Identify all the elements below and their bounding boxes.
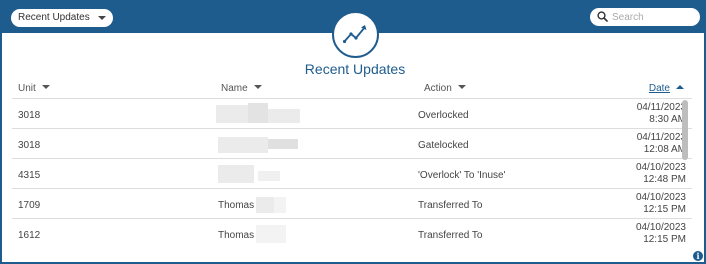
info-icon[interactable]: i <box>693 251 703 261</box>
sort-down-icon <box>457 85 466 89</box>
cell-date-time: 8:30 AM <box>649 114 686 125</box>
column-header-label: Name <box>221 83 248 94</box>
cell-unit: 1709 <box>18 200 41 211</box>
column-header-label: Unit <box>18 83 36 94</box>
caret-down-icon <box>98 16 106 20</box>
cell-date-day: 04/11/2023 <box>636 102 686 113</box>
cell-date-time: 12:15 PM <box>643 234 686 245</box>
redacted-name <box>218 137 268 153</box>
cell-action: Transferred To <box>418 200 483 211</box>
column-header-unit[interactable]: Unit <box>18 83 50 94</box>
table-row[interactable]: 3018 Overlocked 04/11/2023 8:30 AM <box>12 99 692 129</box>
search-box[interactable] <box>590 8 700 26</box>
cell-date-day: 04/11/2023 <box>636 132 686 143</box>
redacted-name <box>258 171 280 181</box>
redacted-name <box>256 225 286 243</box>
redacted-name <box>274 197 286 213</box>
search-input[interactable] <box>612 8 694 26</box>
cell-action: Overlocked <box>418 110 469 121</box>
cell-date-day: 04/10/2023 <box>635 162 686 173</box>
cell-date: 04/10/2023 12:15 PM <box>636 222 686 246</box>
recent-updates-widget: Recent Updates Recent Updates Unit Name … <box>0 0 706 264</box>
cell-date-day: 04/10/2023 <box>635 222 686 233</box>
table-row[interactable]: 3018 Gatelocked 04/11/2023 12:08 AM <box>12 129 692 159</box>
cell-unit: 1612 <box>18 230 41 241</box>
column-header-name[interactable]: Name <box>221 83 262 94</box>
cell-unit: 4315 <box>18 170 41 181</box>
redacted-name <box>268 109 300 123</box>
trend-line-icon <box>343 25 367 44</box>
view-selector-label: Recent Updates <box>18 12 90 23</box>
cell-name: Thomas <box>218 230 255 241</box>
cell-date-time: 12:08 AM <box>643 144 686 155</box>
cell-date-time: 12:15 PM <box>643 204 686 215</box>
cell-unit: 3018 <box>18 110 41 121</box>
cell-date: 04/11/2023 8:30 AM <box>637 102 686 126</box>
cell-action: Transferred To <box>418 230 483 241</box>
cell-name: Thomas <box>218 200 255 211</box>
cell-date: 04/11/2023 12:08 AM <box>637 132 686 156</box>
cell-action: 'Overlock' To 'Inuse' <box>418 170 506 181</box>
view-selector-dropdown[interactable]: Recent Updates <box>11 9 113 27</box>
sort-down-icon <box>41 85 50 89</box>
redacted-name <box>256 197 274 213</box>
search-icon <box>597 11 608 22</box>
column-header-date[interactable]: Date <box>649 83 684 94</box>
updates-table-body: 3018 Overlocked 04/11/2023 8:30 AM 3018 … <box>12 98 692 248</box>
table-scrollbar[interactable] <box>682 100 688 160</box>
sort-up-icon <box>676 85 684 89</box>
table-row[interactable]: 4315 'Overlock' To 'Inuse' 04/10/2023 12… <box>12 159 692 189</box>
cell-action: Gatelocked <box>418 140 469 151</box>
cell-date: 04/10/2023 12:48 PM <box>636 162 686 186</box>
redacted-name <box>216 105 248 123</box>
title-badge <box>332 11 379 58</box>
widget-title: Recent Updates <box>304 61 406 77</box>
column-header-action[interactable]: Action <box>424 83 466 94</box>
redacted-name <box>218 165 254 183</box>
table-row[interactable]: 1709 Thomas Transferred To 04/10/2023 12… <box>12 189 692 219</box>
redacted-name <box>268 139 298 149</box>
cell-date-day: 04/10/2023 <box>635 192 686 203</box>
column-header-label: Date <box>648 83 670 94</box>
cell-date: 04/10/2023 12:15 PM <box>636 192 686 216</box>
redacted-name <box>248 103 268 123</box>
cell-date-time: 12:48 PM <box>643 174 686 185</box>
column-header-label: Action <box>424 83 452 94</box>
cell-unit: 3018 <box>18 140 41 151</box>
table-row[interactable]: 1612 Thomas Transferred To 04/10/2023 12… <box>12 219 692 248</box>
sort-down-icon <box>253 85 262 89</box>
